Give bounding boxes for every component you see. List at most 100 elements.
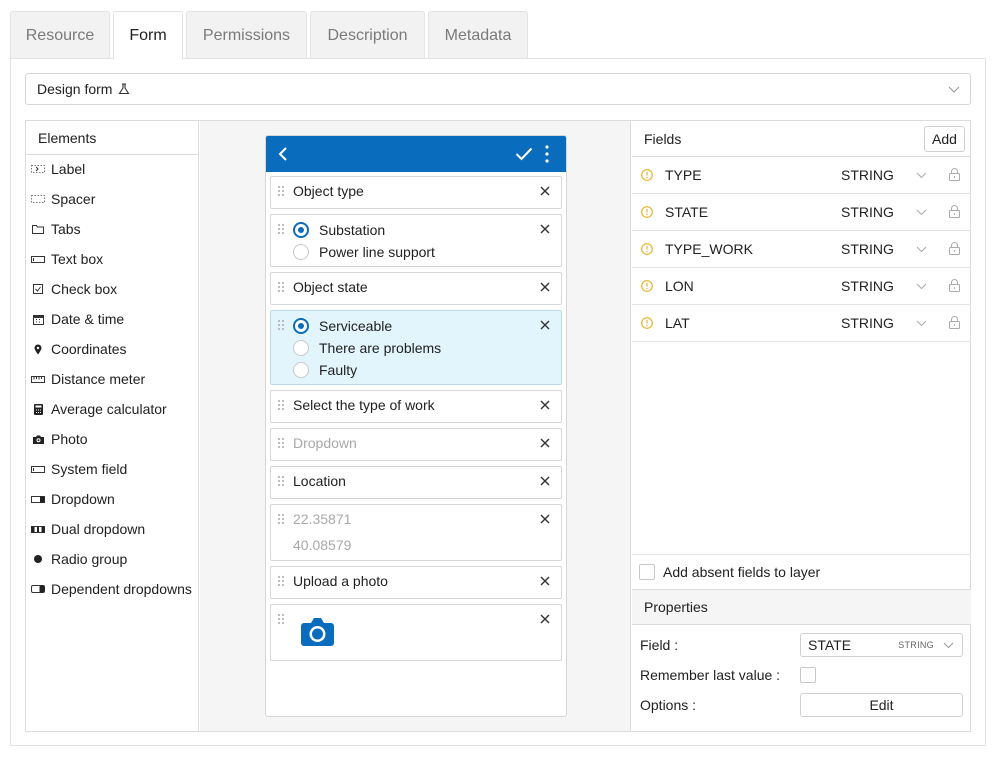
field-row-type-work[interactable]: TYPE_WORK STRING: [632, 231, 971, 268]
field-type: STRING: [841, 278, 894, 294]
pin-icon: [31, 342, 45, 356]
element-distance-meter[interactable]: Distance meter: [31, 368, 145, 390]
design-form-select[interactable]: Design form: [25, 73, 971, 105]
element-average-calculator[interactable]: Average calculator: [31, 398, 167, 420]
close-icon[interactable]: [539, 437, 551, 449]
radio-button[interactable]: [293, 340, 309, 356]
drag-handle-icon[interactable]: [277, 475, 285, 487]
field-type-badge: STRING: [898, 640, 934, 650]
lock-icon[interactable]: [949, 279, 960, 292]
radio-option[interactable]: Faulty: [293, 360, 357, 380]
chevron-down-icon[interactable]: [916, 318, 927, 329]
lock-icon[interactable]: [949, 205, 960, 218]
radio-option[interactable]: Power line support: [293, 242, 435, 262]
radio-button[interactable]: [293, 244, 309, 260]
chevron-down-icon[interactable]: [916, 207, 927, 218]
close-icon[interactable]: [539, 399, 551, 411]
close-icon[interactable]: [539, 223, 551, 235]
tab-description[interactable]: Description: [310, 11, 425, 59]
form-item-label-work[interactable]: Select the type of work: [270, 390, 562, 423]
field-row-state[interactable]: STATE STRING: [632, 194, 971, 231]
radio-option[interactable]: There are problems: [293, 338, 441, 358]
drag-handle-icon[interactable]: [277, 437, 285, 449]
drag-handle-icon[interactable]: [277, 281, 285, 293]
fields-title: Fields: [644, 130, 682, 147]
drag-handle-icon[interactable]: [277, 575, 285, 587]
form-item-label-object-type[interactable]: Object type: [270, 176, 562, 209]
element-spacer[interactable]: Spacer: [31, 188, 95, 210]
close-icon[interactable]: [539, 513, 551, 525]
tab-permissions[interactable]: Permissions: [186, 11, 307, 59]
form-item-label-photo[interactable]: Upload a photo: [270, 566, 562, 599]
radio-option[interactable]: Serviceable: [293, 316, 392, 336]
element-check-box[interactable]: Check box: [31, 278, 117, 300]
chevron-down-icon[interactable]: [916, 244, 927, 255]
lock-icon[interactable]: [949, 316, 960, 329]
field-type: STRING: [841, 241, 894, 257]
add-absent-fields-row[interactable]: Add absent fields to layer: [632, 554, 971, 589]
drag-handle-icon[interactable]: [277, 513, 285, 525]
add-absent-fields-checkbox[interactable]: [639, 564, 655, 580]
drag-handle-icon[interactable]: [277, 223, 285, 235]
tab-form[interactable]: Form: [113, 11, 183, 60]
drag-handle-icon[interactable]: [277, 319, 285, 331]
element-date-time[interactable]: Date & time: [31, 308, 124, 330]
options-label: Options :: [640, 697, 697, 713]
radio-button-checked[interactable]: [293, 222, 309, 238]
form-item-radio-group-state[interactable]: Serviceable There are problems Faulty: [270, 310, 562, 385]
add-absent-fields-label: Add absent fields to layer: [663, 564, 821, 580]
field-row-lat[interactable]: LAT STRING: [632, 305, 971, 342]
drag-handle-icon[interactable]: [277, 399, 285, 411]
form-item-text: Object state: [293, 279, 368, 295]
element-dependent-dropdowns[interactable]: Dependent dropdowns: [31, 578, 192, 600]
elements-panel: Elements Label Spacer Tabs Text box Chec…: [26, 121, 199, 731]
radio-button-checked[interactable]: [293, 318, 309, 334]
element-label[interactable]: Label: [31, 158, 85, 180]
back-icon[interactable]: [278, 146, 288, 162]
element-dual-dropdown[interactable]: Dual dropdown: [31, 518, 145, 540]
form-item-text: Upload a photo: [293, 573, 388, 589]
edit-options-button[interactable]: Edit: [800, 693, 963, 717]
tab-metadata[interactable]: Metadata: [428, 11, 528, 59]
dual-dropdown-icon: [31, 522, 45, 536]
add-field-button[interactable]: Add: [924, 126, 965, 152]
close-icon[interactable]: [539, 319, 551, 331]
form-item-photo[interactable]: [270, 604, 562, 661]
form-canvas: Object type Substation Power line suppor…: [200, 121, 631, 731]
element-dropdown[interactable]: Dropdown: [31, 488, 115, 510]
form-item-label-object-state[interactable]: Object state: [270, 272, 562, 305]
lock-icon[interactable]: [949, 168, 960, 181]
chevron-down-icon[interactable]: [916, 281, 927, 292]
chevron-down-icon[interactable]: [916, 170, 927, 181]
tab-resource[interactable]: Resource: [10, 11, 110, 59]
check-icon[interactable]: [515, 147, 533, 161]
element-system-field[interactable]: System field: [31, 458, 127, 480]
radio-icon: [31, 552, 45, 566]
field-row-lon[interactable]: LON STRING: [632, 268, 971, 305]
drag-handle-icon[interactable]: [277, 185, 285, 197]
element-radio-group[interactable]: Radio group: [31, 548, 127, 570]
form-item-label-location[interactable]: Location: [270, 466, 562, 499]
element-text-box[interactable]: Text box: [31, 248, 103, 270]
close-icon[interactable]: [539, 475, 551, 487]
more-vertical-icon[interactable]: [545, 145, 549, 163]
lock-icon[interactable]: [949, 242, 960, 255]
element-tabs[interactable]: Tabs: [31, 218, 81, 240]
close-icon[interactable]: [539, 281, 551, 293]
close-icon[interactable]: [539, 613, 551, 625]
camera-icon[interactable]: [301, 617, 334, 646]
close-icon[interactable]: [539, 575, 551, 587]
element-coordinates[interactable]: Coordinates: [31, 338, 127, 360]
element-photo[interactable]: Photo: [31, 428, 88, 450]
remember-last-value-checkbox[interactable]: [800, 667, 816, 683]
form-item-radio-group-type[interactable]: Substation Power line support: [270, 214, 562, 267]
form-item-dropdown[interactable]: Dropdown: [270, 428, 562, 461]
field-row-type[interactable]: TYPE STRING: [632, 157, 971, 194]
form-item-coordinates[interactable]: 22.35871 40.08579: [270, 504, 562, 561]
close-icon[interactable]: [539, 185, 551, 197]
radio-button[interactable]: [293, 362, 309, 378]
fields-header: Fields Add: [632, 121, 971, 157]
radio-option[interactable]: Substation: [293, 220, 385, 240]
drag-handle-icon[interactable]: [277, 613, 285, 625]
field-select[interactable]: STATE STRING: [800, 633, 963, 657]
